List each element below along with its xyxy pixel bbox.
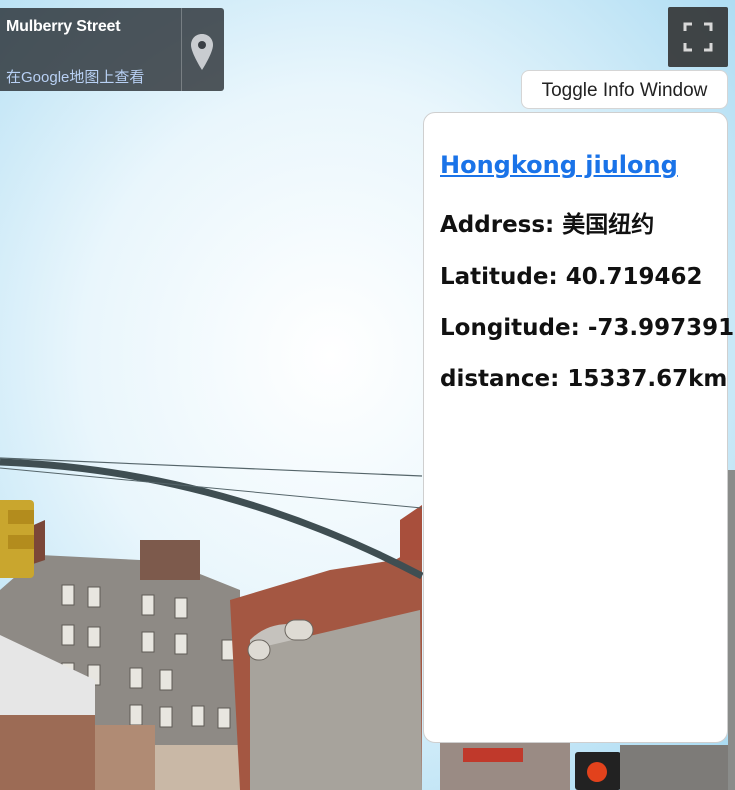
info-window: Hongkong jiulong Address: 美国纽约 Latitude:… (423, 112, 734, 743)
location-title: Mulberry Street (6, 18, 121, 35)
view-in-google-maps-link[interactable]: 在Google地图上查看 (6, 66, 144, 87)
distance-value: 15337.67km (567, 366, 728, 392)
fullscreen-button[interactable] (668, 7, 728, 67)
latitude-value: 40.719462 (565, 264, 703, 290)
address-label: Address: (440, 212, 563, 238)
traffic-light (0, 500, 34, 578)
distance-label: distance: (440, 366, 568, 392)
address-value: 美国纽约 (562, 212, 655, 238)
card-divider (181, 8, 182, 91)
latitude-label: Latitude: (440, 264, 566, 290)
location-card: Mulberry Street 在Google地图上查看 (0, 8, 224, 91)
pedestrian-signal (575, 752, 621, 790)
map-pin-icon[interactable] (190, 34, 214, 70)
place-title-link[interactable]: Hongkong jiulong (440, 151, 727, 179)
latitude-line: Latitude: 40.719462 (440, 264, 727, 290)
toggle-info-window-button[interactable]: Toggle Info Window (521, 70, 728, 109)
address-line: Address: 美国纽约 (440, 205, 727, 239)
longitude-value: -73.997391 (587, 315, 735, 341)
longitude-line: Longitude: -73.997391 (440, 315, 734, 341)
distance-line: distance: 15337.67km (440, 366, 727, 392)
fullscreen-icon (683, 22, 713, 52)
longitude-label: Longitude: (440, 315, 588, 341)
